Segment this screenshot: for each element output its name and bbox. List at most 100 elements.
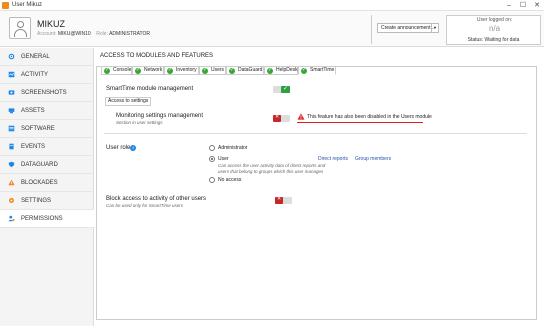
tab-inventory[interactable]: Inventory <box>164 66 199 75</box>
avatar <box>9 17 31 39</box>
gear-icon <box>9 198 14 203</box>
check-icon <box>229 67 235 74</box>
role-label: Role: <box>96 31 108 37</box>
account-value: MIKU@WIN10 <box>57 31 91 37</box>
tab-network[interactable]: Network <box>132 66 164 75</box>
sidebar-item-label: ACTIVITY <box>21 72 49 78</box>
sidebar-item-label: DATAGUARD <box>21 162 58 168</box>
section-divider <box>104 133 527 134</box>
check-icon <box>167 67 173 74</box>
sidebar-item-activity[interactable]: ACTIVITY <box>0 66 94 84</box>
warning-text: This feature has also been disabled in t… <box>307 114 432 120</box>
permissions-panel <box>96 66 537 320</box>
role-value: ADMINISTRATOR <box>109 31 151 37</box>
sidebar-item-label: ASSETS <box>21 108 45 114</box>
dataguard-icon <box>8 161 15 168</box>
module-management-toggle[interactable] <box>273 85 290 93</box>
window-title: User Mikuz <box>12 2 43 8</box>
role-user-desc-2: users that belong to groups which this u… <box>218 169 324 174</box>
tab-users[interactable]: Users <box>199 66 226 75</box>
logged-on-label: User logged on: <box>476 17 513 23</box>
tab-label: Console <box>113 67 132 73</box>
tab-dataguard[interactable]: DataGuard <box>226 66 264 75</box>
sidebar-item-dataguard[interactable]: DATAGUARD <box>0 156 94 174</box>
role-administrator-radio[interactable] <box>209 145 215 151</box>
sidebar-item-software[interactable]: SOFTWARE <box>0 120 94 138</box>
app-icon <box>2 2 9 9</box>
check-icon <box>104 67 110 74</box>
check-icon <box>135 67 141 74</box>
status-text: Status: Waiting for data <box>467 37 520 43</box>
access-to-settings-label: Access to settings <box>105 97 152 106</box>
tab-helpdesk[interactable]: HelpDesk <box>264 66 298 75</box>
chevron-down-icon[interactable]: ▼ <box>431 24 438 32</box>
tab-label: Users <box>211 67 225 73</box>
monitoring-settings-label: Monitoring settings management <box>116 113 204 119</box>
sidebar-item-label: PERMISSIONS <box>21 216 63 222</box>
role-user-label: User <box>218 156 229 162</box>
activity-icon <box>8 71 15 78</box>
sidebar-item-settings[interactable]: SETTINGS <box>0 192 94 210</box>
role-no-access-radio[interactable] <box>209 177 215 183</box>
role-no-access-label: No access <box>218 177 242 183</box>
header-divider <box>371 15 372 44</box>
maximize-button[interactable]: ☐ <box>516 0 530 11</box>
block-access-label: Block access to activity of other users <box>106 196 207 202</box>
events-icon <box>9 143 14 150</box>
assets-icon <box>8 108 15 114</box>
sidebar-item-blockades[interactable]: BLOCKADES <box>0 174 94 192</box>
account-label: Account: <box>37 31 57 37</box>
permissions-icon <box>8 215 15 222</box>
user-header: MIKUZ Account: MIKU@WIN10 Role: ADMINIST… <box>0 11 544 47</box>
sidebar: GENERAL ACTIVITY SCREENSHOTS ASSETS SOFT… <box>0 48 95 326</box>
sidebar-item-label: EVENTS <box>21 144 46 150</box>
group-members-link[interactable]: Group members <box>355 156 391 162</box>
title-bar: User Mikuz – ☐ ✕ <box>0 0 544 11</box>
sidebar-item-events[interactable]: EVENTS <box>0 138 94 156</box>
block-access-subtitle: Can be used only for SmartTime users <box>106 203 183 208</box>
role-administrator-label: Administrator <box>218 145 248 151</box>
sidebar-item-label: SOFTWARE <box>21 126 55 132</box>
sidebar-item-screenshots[interactable]: SCREENSHOTS <box>0 84 94 102</box>
tab-smarttime[interactable]: SmartTime <box>298 66 336 75</box>
block-access-toggle[interactable] <box>275 196 292 204</box>
role-user-radio[interactable] <box>209 156 215 162</box>
tab-label: Inventory <box>176 67 197 73</box>
sidebar-item-assets[interactable]: ASSETS <box>0 102 94 120</box>
warning-icon <box>8 179 15 186</box>
tab-label: HelpDesk <box>276 67 298 73</box>
settings-icon <box>8 53 15 60</box>
check-icon <box>301 67 307 74</box>
user-name: MIKUZ <box>37 19 65 29</box>
logged-on-value: n/a <box>488 24 501 33</box>
create-announcement-label: Create announcement... <box>381 25 435 31</box>
role-user-desc-1: Can access the user activity data of dir… <box>218 163 326 168</box>
minimize-button[interactable]: – <box>502 0 516 11</box>
page-title: ACCESS TO MODULES AND FEATURES <box>100 53 214 59</box>
sidebar-item-permissions[interactable]: PERMISSIONS <box>0 210 95 228</box>
check-icon <box>267 67 273 74</box>
module-management-label: SmartTime module management <box>106 86 194 92</box>
screenshot-icon <box>8 90 15 95</box>
info-icon[interactable]: i <box>130 145 136 151</box>
tab-console[interactable]: Console <box>101 66 132 75</box>
tab-label: Network <box>144 67 163 73</box>
warning-icon <box>297 113 305 120</box>
user-role-label: User role <box>106 145 131 151</box>
sidebar-item-label: SETTINGS <box>21 198 52 204</box>
check-icon <box>202 67 208 74</box>
monitoring-settings-toggle[interactable] <box>273 114 290 122</box>
sidebar-item-general[interactable]: GENERAL <box>0 48 94 66</box>
tab-label: DataGuard <box>238 67 263 73</box>
create-announcement-button[interactable]: Create announcement... ▼ <box>377 23 439 33</box>
sidebar-item-label: SCREENSHOTS <box>21 90 67 96</box>
user-meta: Account: MIKU@WIN10 Role: ADMINISTRATOR <box>37 31 150 37</box>
tab-label: SmartTime <box>310 67 335 73</box>
sidebar-item-label: GENERAL <box>21 54 50 60</box>
warning-underline <box>297 122 423 123</box>
monitoring-settings-subtitle: Section in user settings <box>116 120 163 125</box>
sidebar-item-label: BLOCKADES <box>21 180 58 186</box>
direct-reports-link[interactable]: Direct reports <box>318 156 348 162</box>
software-icon <box>8 125 15 132</box>
close-button[interactable]: ✕ <box>530 0 544 11</box>
